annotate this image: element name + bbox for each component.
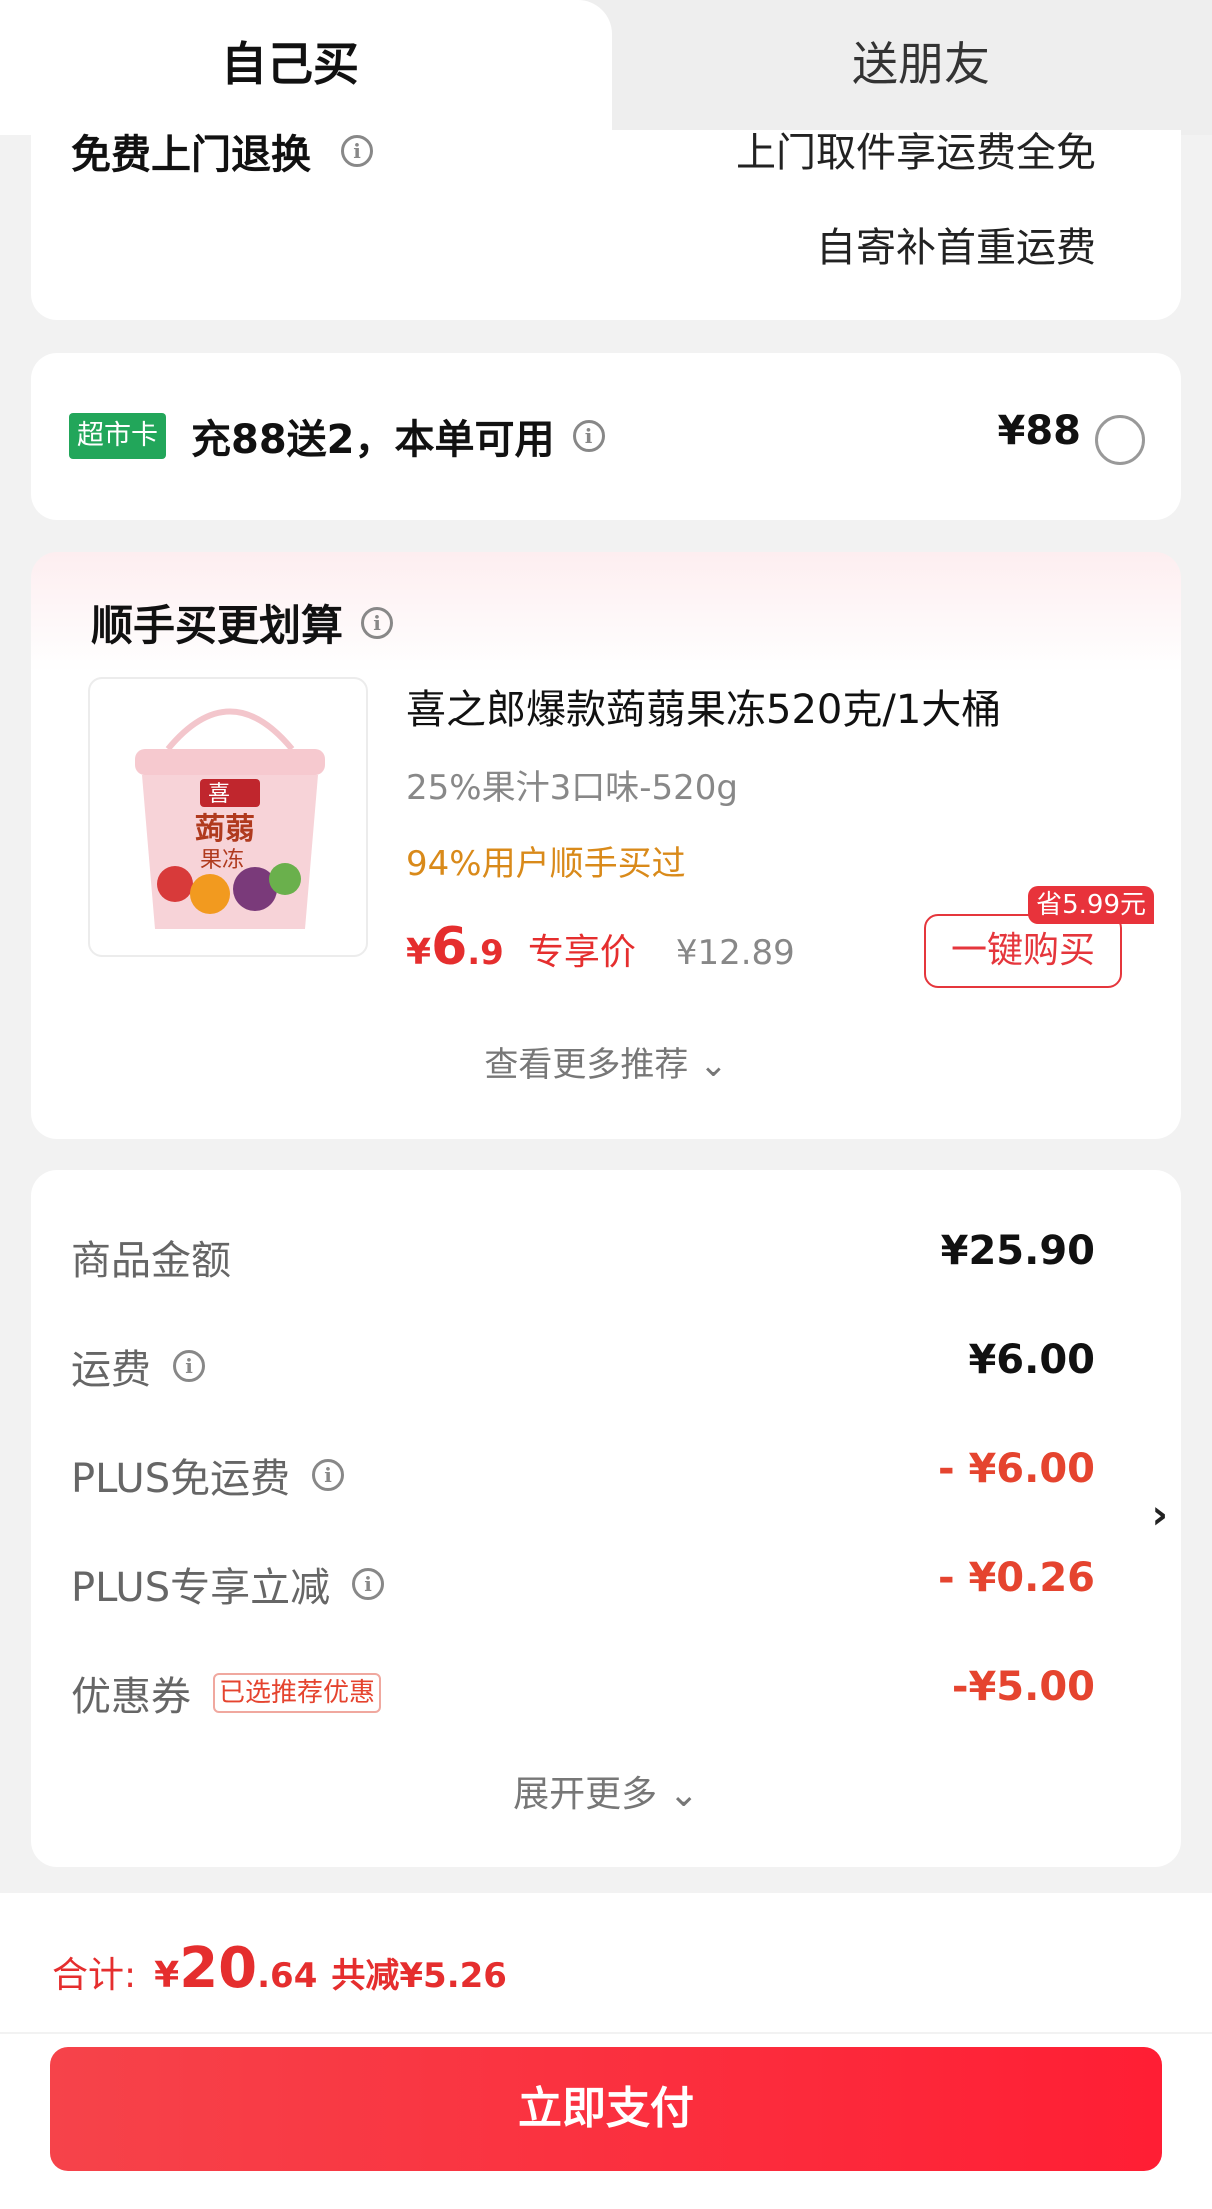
summary-row-plus-discount: PLUS专享立减 i - ¥0.26 — [71, 1555, 1095, 1615]
summary-value: - ¥0.26 — [937, 1555, 1095, 1601]
info-icon[interactable]: i — [341, 135, 373, 167]
summary-row-coupon[interactable]: 优惠券 已选推荐优惠 -¥5.00 — [71, 1664, 1095, 1724]
price-summary-card: 商品金额 ¥25.90 运费 i ¥6.00 PLUS免运费 i - ¥6.00… — [31, 1170, 1181, 1867]
pay-now-button[interactable]: 立即支付 — [50, 2047, 1162, 2171]
image-name-text: 蒟蒻 — [195, 812, 255, 847]
summary-row-goods-amount: 商品金额 ¥25.90 — [71, 1228, 1095, 1288]
price-decimal: .9 — [467, 933, 504, 973]
expand-more[interactable]: 展开更多 ⌄ — [31, 1765, 1181, 1817]
summary-value: -¥5.00 — [951, 1664, 1095, 1710]
price-integer: 6 — [431, 917, 468, 977]
one-click-buy-button[interactable]: 一键购买 — [924, 914, 1122, 988]
save-badge: 省5.99元 — [1028, 886, 1154, 924]
tab-bar: 自己买 送朋友 — [0, 0, 1212, 135]
price-tag: 专享价 — [527, 932, 636, 973]
total-decimal: .64 — [257, 1956, 318, 1996]
recommendation-card: 顺手买更划算 i 喜 蒟蒻 果冻 喜之郎爆款蒟蒻果冻520克/1大桶 25%果汁… — [31, 552, 1181, 1139]
return-policy-self-ship-text: 自寄补首重运费 — [816, 225, 1096, 271]
tab-buy-for-self[interactable]: 自己买 — [0, 0, 612, 135]
product-name[interactable]: 喜之郎爆款蒟蒻果冻520克/1大桶 — [406, 677, 1001, 735]
info-icon[interactable]: i — [572, 420, 605, 452]
checkout-bar: 合计: ¥ 20 .64 共减¥5.26 立即支付 — [0, 1893, 1212, 2209]
return-policy-title-row: 免费上门退换 i — [71, 130, 373, 180]
price-symbol: ¥ — [406, 932, 432, 973]
chevron-down-icon: ⌄ — [668, 1774, 699, 1815]
summary-value: - ¥6.00 — [937, 1446, 1095, 1492]
product-social-proof: 94%用户顺手买过 — [406, 844, 686, 884]
return-policy-pickup-text: 上门取件享运费全免 — [736, 130, 1096, 176]
expand-more-label: 展开更多 — [513, 1774, 658, 1815]
return-policy-title: 免费上门退换 — [71, 132, 311, 178]
divider — [0, 2032, 1212, 2034]
image-brand-text: 喜 — [208, 782, 230, 807]
order-total: 合计: ¥ 20 .64 共减¥5.26 — [52, 1936, 507, 2001]
summary-label-text: 运费 — [71, 1347, 151, 1393]
summary-label-text: 优惠券 — [71, 1674, 191, 1720]
info-icon[interactable]: i — [361, 606, 394, 639]
total-label: 合计: — [52, 1955, 137, 1996]
tab-buy-for-self-label: 自己买 — [221, 37, 359, 91]
coupon-selected-tag: 已选推荐优惠 — [213, 1673, 382, 1713]
supermarket-card-offer[interactable]: 超市卡 充88送2，本单可用 i ¥88 — [31, 353, 1181, 520]
recommendation-title: 顺手买更划算 — [91, 601, 344, 650]
summary-label: 运费 i — [71, 1337, 205, 1395]
supermarket-card-price: ¥88 — [997, 408, 1082, 454]
info-icon[interactable]: i — [312, 1459, 345, 1491]
summary-row-plus-free-shipping: PLUS免运费 i - ¥6.00 — [71, 1446, 1095, 1506]
supermarket-offer-row: 充88送2，本单可用 i — [191, 407, 605, 465]
jelly-bucket-image: 喜 蒟蒻 果冻 — [135, 708, 325, 929]
summary-label: 商品金额 — [71, 1228, 231, 1286]
summary-value: ¥6.00 — [968, 1337, 1095, 1383]
supermarket-offer-text: 充88送2，本单可用 — [191, 417, 555, 463]
summary-label-text: PLUS专享立减 — [71, 1565, 331, 1611]
summary-label-text: PLUS免运费 — [71, 1456, 291, 1502]
original-price: ¥12.89 — [675, 933, 795, 973]
total-integer: 20 — [179, 1936, 258, 2001]
one-click-buy: 一键购买 省5.99元 — [924, 886, 1154, 992]
summary-row-shipping: 运费 i ¥6.00 — [71, 1337, 1095, 1397]
summary-label: PLUS专享立减 i — [71, 1555, 385, 1613]
tab-send-to-friend[interactable]: 送朋友 — [630, 28, 1212, 94]
product-spec: 25%果汁3口味-520g — [406, 768, 738, 808]
view-more-recommendations[interactable]: 查看更多推荐 ⌄ — [31, 1037, 1181, 1086]
view-more-label: 查看更多推荐 — [484, 1045, 689, 1085]
info-icon[interactable]: i — [173, 1350, 205, 1382]
product-price: ¥ 6 .9 专享价 ¥12.89 — [406, 917, 795, 977]
return-policy-card: 免费上门退换 i 上门取件享运费全免 自寄补首重运费 — [31, 130, 1181, 320]
total-saved: 共减¥5.26 — [331, 1956, 507, 1996]
summary-label: 优惠券 已选推荐优惠 — [71, 1664, 382, 1722]
recommendation-title-row: 顺手买更划算 i — [91, 592, 394, 653]
supermarket-card-radio[interactable] — [1095, 415, 1145, 465]
info-icon[interactable]: i — [352, 1568, 385, 1600]
image-sub-text: 果冻 — [200, 848, 244, 873]
supermarket-card-badge: 超市卡 — [69, 413, 166, 459]
chevron-down-icon: ⌄ — [699, 1045, 728, 1085]
product-image[interactable]: 喜 蒟蒻 果冻 — [88, 677, 368, 957]
total-symbol: ¥ — [154, 1955, 180, 1996]
summary-label: PLUS免运费 i — [71, 1446, 345, 1504]
summary-label-text: 商品金额 — [71, 1238, 231, 1284]
summary-value: ¥25.90 — [940, 1228, 1095, 1274]
chevron-right-icon[interactable]: › — [1152, 1492, 1168, 1538]
